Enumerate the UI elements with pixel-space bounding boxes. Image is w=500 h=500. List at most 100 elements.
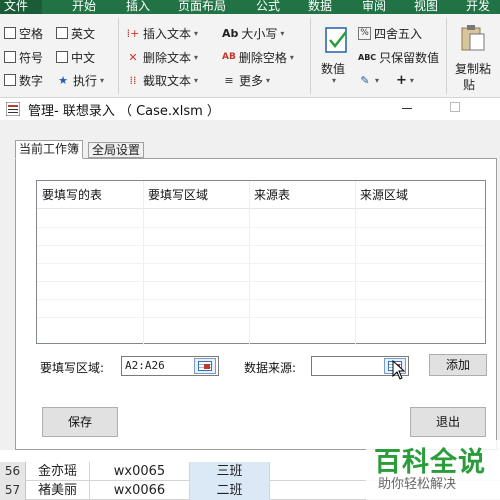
menu-tab-insert[interactable]: 插入: [126, 0, 150, 14]
exit-button[interactable]: 退出: [410, 407, 486, 437]
menu-tab-view[interactable]: 视图: [414, 0, 438, 14]
ribbon-separator: [446, 18, 447, 94]
row-number[interactable]: 57: [0, 481, 26, 500]
list-icon: ≡: [224, 73, 234, 87]
chevron-down-icon: ▾: [332, 76, 337, 85]
checkbox-label: 空格: [19, 26, 44, 41]
checkbox-number[interactable]: 数字: [4, 71, 43, 89]
chevron-down-icon: ▾: [194, 28, 199, 38]
checkbox-english[interactable]: 英文: [56, 24, 95, 42]
chevron-down-icon: ▾: [280, 28, 285, 38]
menu-tab-data[interactable]: 数据: [308, 0, 332, 14]
plus-button[interactable]: + ▾: [396, 71, 414, 89]
ribbon-separator: [118, 18, 119, 94]
code-cell[interactable]: wx0066: [90, 481, 190, 500]
keep-values-button[interactable]: ABC 只保留数值: [358, 48, 439, 66]
list-header: 要填写的表 要填写区域 来源表 来源区域: [37, 181, 485, 209]
extract-text-label: 截取文本: [143, 73, 192, 88]
insert-text-label: 插入文本: [143, 26, 192, 41]
more-label: 更多: [239, 73, 264, 88]
row-gridline: [37, 227, 485, 228]
checkbox-chinese[interactable]: 中文: [56, 48, 95, 66]
numeric-icon: [325, 27, 347, 53]
tab-global-settings[interactable]: 全局设置: [88, 142, 145, 158]
checkbox-box[interactable]: [4, 51, 16, 63]
copy-paste-label-2: 贴: [463, 78, 476, 92]
column-header-source-range[interactable]: 来源区域: [355, 181, 487, 209]
menu-tab-page-layout[interactable]: 页面布局: [178, 0, 226, 14]
round-icon: %: [358, 26, 371, 40]
column-header-target-range[interactable]: 要填写区域: [143, 181, 249, 209]
menu-tab-review[interactable]: 审阅: [362, 0, 386, 14]
checkbox-box[interactable]: [56, 27, 68, 39]
checkbox-box[interactable]: [4, 74, 16, 86]
menu-tab-file[interactable]: 文件: [0, 0, 42, 14]
class-cell[interactable]: 三班: [190, 462, 270, 481]
extract-text-button[interactable]: ⁞⁞ 截取文本 ▾: [126, 71, 199, 89]
row-gridline: [37, 299, 485, 300]
execute-button[interactable]: ★ 执行 ▾: [56, 71, 104, 89]
row-number[interactable]: 56: [0, 462, 26, 481]
data-source-label: 数据来源:: [244, 361, 297, 375]
keep-values-icon: ABC: [358, 52, 377, 62]
numeric-button[interactable]: 数值 ▾: [318, 22, 354, 92]
checkbox-label: 数字: [19, 73, 44, 88]
checkbox-label: 英文: [71, 26, 96, 41]
checkbox-label: 中文: [71, 50, 96, 65]
dialog-titlebar[interactable]: 管理- 联想录入 （ Case.xlsm ）: [0, 98, 500, 120]
column-header-source-sheet[interactable]: 来源表: [249, 181, 355, 209]
chevron-down-icon: ▾: [194, 52, 199, 62]
plus-icon: +: [396, 72, 407, 88]
code-cell[interactable]: wx0065: [90, 462, 190, 481]
minimize-icon[interactable]: [402, 108, 412, 109]
dialog-title: 管理- 联想录入 （ Case.xlsm ）: [28, 104, 220, 119]
round-button[interactable]: % 四舍五入: [358, 24, 422, 42]
name-cell[interactable]: 金亦瑶: [26, 462, 90, 481]
checkbox-space[interactable]: 空格: [4, 24, 43, 42]
column-header-target-sheet[interactable]: 要填写的表: [37, 181, 143, 209]
save-button[interactable]: 保存: [42, 407, 118, 437]
name-cell[interactable]: 褚美丽: [26, 481, 90, 500]
row-gridline: [37, 317, 485, 318]
delete-space-label: 删除空格: [238, 50, 287, 65]
class-cell[interactable]: 二班: [190, 481, 270, 500]
mapping-list[interactable]: 要填写的表 要填写区域 来源表 来源区域: [36, 180, 486, 345]
tab-current-workbook[interactable]: 当前工作簿: [15, 140, 84, 159]
fill-range-picker-button[interactable]: [194, 358, 216, 374]
watermark: 百科全说 助你轻松解决: [366, 440, 500, 500]
checkbox-box[interactable]: [56, 51, 68, 63]
delete-text-icon: ✕: [128, 50, 138, 64]
delete-text-button[interactable]: ✕ 删除文本 ▾: [126, 48, 198, 66]
copy-paste-label: 复制粘: [455, 62, 492, 76]
format-button[interactable]: ✎ ▾: [358, 71, 379, 89]
app-icon: [6, 102, 20, 116]
menu-tab-home[interactable]: 开始: [72, 0, 96, 14]
excel-menu-bar: 文件 开始 插入 页面布局 公式 数据 审阅 视图 开发: [0, 0, 500, 14]
watermark-subtitle: 助你轻松解决: [378, 477, 457, 492]
row-gridline: [37, 281, 485, 282]
menu-tab-formulas[interactable]: 公式: [256, 0, 280, 14]
chevron-down-icon: ▾: [375, 75, 380, 85]
menu-tab-developer[interactable]: 开发: [466, 0, 490, 14]
maximize-icon[interactable]: [450, 102, 460, 112]
delete-space-button[interactable]: AB 删除空格 ▾: [222, 48, 294, 66]
copy-paste-button[interactable]: 复制粘 贴: [452, 22, 496, 98]
checkbox-symbol[interactable]: 符号: [4, 48, 43, 66]
insert-text-button[interactable]: ⁞+ 插入文本 ▾: [126, 24, 198, 42]
more-button[interactable]: ≡ 更多 ▾: [222, 71, 270, 89]
ribbon-separator: [310, 18, 311, 94]
ribbon: 空格 英文 符号 中文 数字 ★ 执行 ▾ ⁞+ 插入文本 ▾ ✕ 删除文本 ▾ ⁞⁞ 截取文…: [0, 14, 500, 98]
chevron-down-icon: ▾: [194, 75, 199, 85]
round-label: 四舍五入: [374, 26, 423, 41]
insert-text-icon: ⁞+: [126, 26, 140, 40]
chevron-down-icon: ▾: [409, 75, 414, 85]
chevron-down-icon: ▾: [266, 75, 271, 85]
chevron-down-icon: ▾: [289, 52, 294, 62]
fill-range-label: 要填写区域:: [40, 361, 105, 375]
execute-label: 执行: [73, 73, 98, 88]
add-button[interactable]: 添加: [429, 354, 487, 376]
clipboard-icon: [461, 25, 485, 51]
case-button[interactable]: Ab 大小写 ▾: [222, 24, 284, 42]
mouse-cursor-icon: [392, 360, 406, 380]
checkbox-box[interactable]: [4, 27, 16, 39]
